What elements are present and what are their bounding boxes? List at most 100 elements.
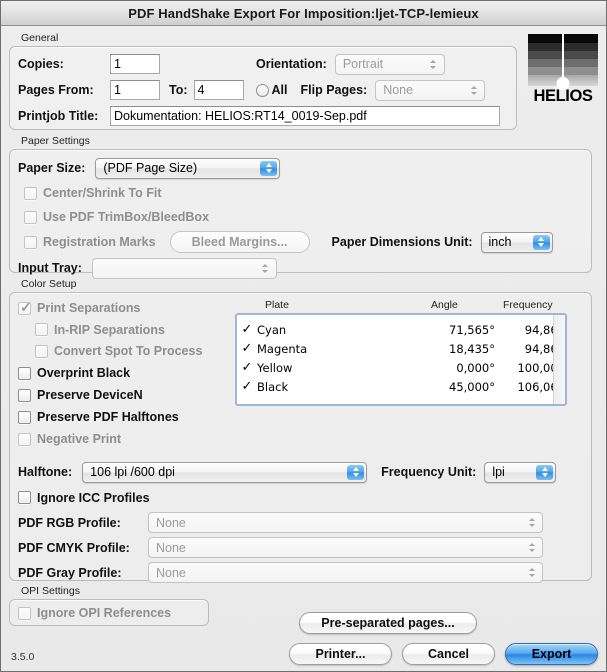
checkbox-icon: [18, 410, 31, 424]
chevron-updown-icon: [523, 515, 540, 530]
trimbox-checkbox[interactable]: Use PDF TrimBox/BleedBox: [24, 207, 209, 227]
orientation-label: Orientation:: [256, 57, 327, 71]
frequency-column-header: Frequency: [503, 299, 553, 311]
rgb-profile-label: PDF RGB Profile:: [18, 515, 121, 530]
registration-marks-label: Registration Marks: [43, 235, 156, 249]
cmyk-profile-value: None: [156, 540, 186, 555]
inrip-separations-label: In-RIP Separations: [54, 322, 165, 337]
negative-print-label: Negative Print: [37, 432, 122, 446]
pages-from-label: Pages From:: [18, 83, 94, 97]
table-row[interactable]: ✓ Black 45,000° 106,066: [237, 377, 565, 396]
printer-button[interactable]: Printer...: [289, 643, 392, 665]
frequency-unit-popup[interactable]: lpi: [484, 461, 557, 483]
checkbox-icon: [24, 235, 37, 249]
frequency-unit-value: lpi: [492, 465, 505, 479]
orientation-popup[interactable]: Portrait: [334, 53, 445, 75]
center-shrink-row: Center/Shrink To Fit: [18, 181, 583, 205]
checkbox-icon: [18, 388, 31, 402]
ignore-icc-row: Ignore ICC Profiles: [18, 485, 583, 510]
table-row[interactable]: ✓ Yellow 0,000° 100,000: [237, 358, 565, 377]
plate-angle: 0,000°: [456, 360, 495, 375]
window-title: PDF HandShake Export For Imposition:ljet…: [128, 5, 479, 21]
printjob-title-input[interactable]: Dokumentation: HELIOS:RT14_0019-Sep.pdf: [110, 106, 500, 126]
table-row[interactable]: ✓ Magenta 18,435° 94,868: [237, 339, 565, 358]
cmyk-profile-popup[interactable]: None: [148, 537, 543, 558]
general-group-label: General: [21, 32, 59, 44]
bleed-margins-button[interactable]: Bleed Margins...: [169, 231, 310, 253]
to-label: To:: [169, 83, 188, 97]
preserve-devicen-checkbox[interactable]: Preserve DeviceN: [18, 384, 258, 406]
plate-angle: 71,565°: [449, 322, 495, 337]
negative-print-checkbox[interactable]: Negative Print: [18, 428, 258, 450]
angle-column-header: Angle: [431, 299, 458, 311]
plate-table[interactable]: ✓ Cyan 71,565° 94,868 ✓ Magenta 18,435° …: [235, 313, 567, 406]
flip-pages-popup[interactable]: None: [375, 79, 486, 101]
pages-to-input[interactable]: 4: [193, 80, 244, 100]
ignore-opi-checkbox[interactable]: Ignore OPI References: [18, 605, 200, 621]
chevron-updown-icon: [536, 464, 554, 480]
plate-check-icon[interactable]: ✓: [237, 322, 257, 337]
chevron-updown-icon: [523, 565, 540, 580]
plate-name: Black: [257, 379, 289, 394]
paper-size-label: Paper Size:: [18, 161, 86, 175]
preserve-halftones-label: Preserve PDF Halftones: [37, 410, 179, 424]
general-group-box: Copies: 1 Orientation: Portrait Pages Fr…: [9, 46, 517, 130]
plate-name: Cyan: [257, 322, 287, 337]
halftone-label: Halftone:: [18, 465, 73, 479]
checkbox-icon: [18, 366, 31, 380]
registration-marks-checkbox[interactable]: Registration Marks: [24, 232, 156, 252]
trimbox-label: Use PDF TrimBox/BleedBox: [43, 210, 210, 224]
plate-name: Magenta: [257, 341, 308, 356]
copies-row: Copies: 1 Orientation: Portrait: [18, 51, 508, 77]
chevron-updown-icon: [260, 160, 278, 176]
print-separations-checkbox[interactable]: ✓ Print Separations: [18, 297, 258, 319]
paper-dimensions-unit-popup[interactable]: inch: [480, 231, 553, 253]
checkbox-icon: [18, 432, 31, 446]
paper-size-popup[interactable]: (PDF Page Size): [95, 157, 281, 179]
plate-angle: 45,000°: [449, 379, 495, 394]
plate-check-icon[interactable]: ✓: [237, 360, 257, 375]
cancel-button[interactable]: Cancel: [402, 643, 495, 665]
export-button[interactable]: Export: [505, 643, 598, 665]
convert-spot-checkbox[interactable]: Convert Spot To Process: [35, 340, 258, 362]
preserve-halftones-checkbox[interactable]: Preserve PDF Halftones: [18, 406, 258, 428]
pages-from-input[interactable]: 1: [110, 80, 160, 100]
overprint-black-checkbox[interactable]: Overprint Black: [18, 362, 258, 384]
rgb-profile-row: PDF RGB Profile: None: [18, 510, 583, 535]
halftone-popup[interactable]: 106 lpi /600 dpi: [82, 461, 368, 483]
printjob-title-row: Printjob Title: Dokumentation: HELIOS:RT…: [18, 103, 508, 129]
rgb-profile-popup[interactable]: None: [148, 512, 543, 533]
plate-column-header: Plate: [265, 299, 289, 311]
cmyk-profile-row: PDF CMYK Profile: None: [18, 535, 583, 560]
dialog-content: HELIOS General Copies: 1 Orientation: Po…: [1, 26, 606, 671]
paper-settings-group-label: Paper Settings: [21, 135, 90, 147]
general-group: General Copies: 1 Orientation: Portrait …: [9, 32, 598, 130]
paper-dimensions-unit-label: Paper Dimensions Unit:: [331, 235, 473, 249]
table-row[interactable]: ✓ Cyan 71,565° 94,868: [237, 320, 565, 339]
plate-check-icon[interactable]: ✓: [237, 341, 257, 356]
gray-profile-popup[interactable]: None: [148, 562, 543, 583]
color-setup-group-box: ✓ Print Separations In-RIP Separations C…: [9, 292, 592, 583]
all-pages-radio[interactable]: [255, 83, 269, 97]
paper-dimensions-unit-value: inch: [488, 235, 512, 249]
input-tray-label: Input Tray:: [18, 261, 82, 275]
plate-table-scrollbar[interactable]: [553, 315, 565, 404]
chevron-updown-icon: [257, 261, 274, 276]
paper-size-value: (PDF Page Size): [103, 161, 198, 175]
footer-buttons: Pre-separated pages... Printer... Cancel…: [178, 612, 598, 665]
plate-check-icon[interactable]: ✓: [237, 379, 257, 394]
ignore-icc-checkbox[interactable]: Ignore ICC Profiles: [18, 488, 150, 508]
convert-spot-label: Convert Spot To Process: [54, 344, 203, 358]
checkbox-icon: [35, 323, 48, 336]
inrip-separations-checkbox[interactable]: In-RIP Separations: [35, 319, 258, 340]
chevron-updown-icon: [425, 57, 442, 72]
chevron-updown-icon: [532, 234, 550, 250]
overprint-black-label: Overprint Black: [37, 366, 131, 380]
copies-input[interactable]: 1: [110, 54, 160, 74]
pre-separated-pages-button[interactable]: Pre-separated pages...: [299, 612, 477, 634]
flip-pages-label: Flip Pages:: [300, 83, 368, 97]
center-shrink-checkbox[interactable]: Center/Shrink To Fit: [24, 183, 162, 203]
gray-profile-row: PDF Gray Profile: None: [18, 560, 583, 585]
input-tray-popup[interactable]: [91, 257, 277, 279]
center-shrink-label: Center/Shrink To Fit: [43, 186, 162, 200]
